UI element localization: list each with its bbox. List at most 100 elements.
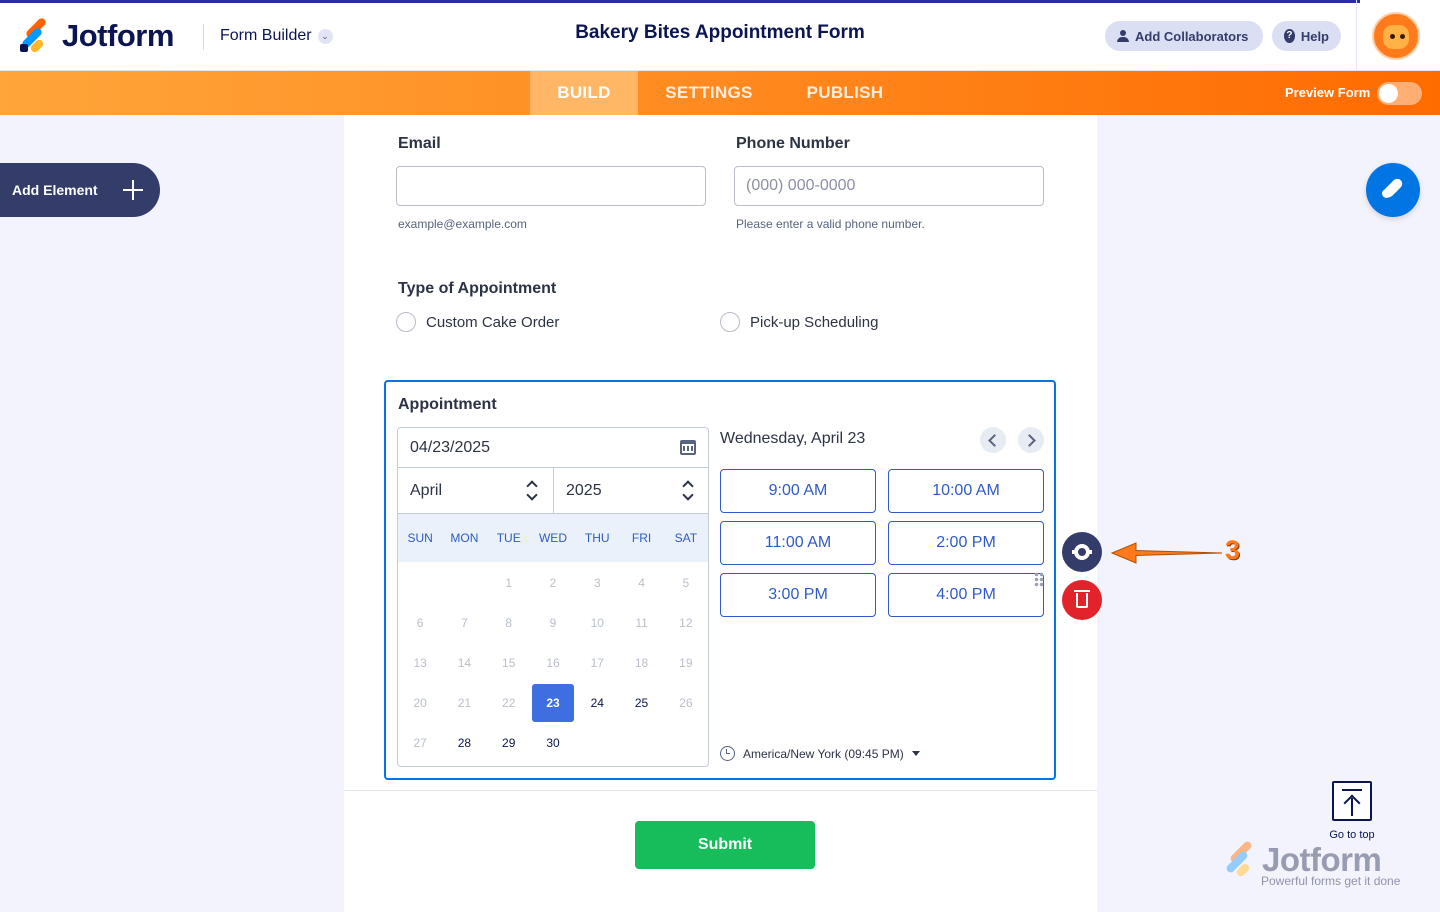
prev-day-button[interactable] [980,427,1006,453]
radio-label: Pick-up Scheduling [750,313,879,331]
radio-circle[interactable] [720,312,740,332]
radio-pick-up-scheduling[interactable]: Pick-up Scheduling [720,312,878,332]
time-slot-button[interactable]: 4:00 PM [888,573,1044,617]
calendar-day: 2 [549,576,557,590]
phone-placeholder: (000) 000-0000 [746,177,856,194]
phone-label: Phone Number [736,135,850,152]
jotform-watermark: Jotform [1222,839,1382,878]
weekday-sun: SUN [407,531,433,545]
paint-brush-tip [1382,189,1391,198]
tab-settings[interactable]: SETTINGS [638,71,780,115]
form-separator [344,790,1097,791]
add-collaborators-button[interactable]: Add Collaborators [1105,21,1263,51]
trash-icon [1074,590,1090,608]
gear-icon [1072,544,1092,560]
time-slot-button[interactable]: 10:00 AM [888,469,1044,513]
avatar[interactable] [1372,12,1420,60]
calendar-day[interactable]: 28 [443,724,485,762]
time-slot-button[interactable]: 9:00 AM [720,469,876,513]
product-menu-label: Form Builder [220,27,312,44]
appointment-field[interactable]: Appointment 04/23/2025 April 2025 SUN MON… [384,380,1056,780]
calendar-day: 22 [502,696,516,710]
weekday-sat: SAT [674,531,698,545]
weekday-wed: WED [538,531,567,545]
add-element-button[interactable]: Add Element [0,163,160,217]
calendar-day: 12 [679,616,693,630]
go-to-top-label: Go to top [1329,829,1375,841]
avatar-eye [1400,34,1405,39]
calendar-day[interactable]: 29 [488,724,530,762]
submit-button[interactable]: Submit [635,821,815,869]
drag-handle-icon[interactable] [1034,572,1044,588]
calendar-day: 6 [416,616,424,630]
watermark-brand: Jotform [1262,841,1382,878]
calendar-day: 4 [638,576,645,590]
weekday-fri: FRI [631,531,652,545]
calendar-day: 27 [413,736,427,750]
delete-field-button[interactable] [1062,580,1102,620]
top-header: Jotform Form Builder ⌄ Bakery Bites Appo… [0,0,1440,71]
calendar-day[interactable]: 24 [576,684,618,722]
email-field[interactable] [396,166,706,206]
calendar-day: 9 [549,616,557,630]
appointment-label: Appointment [398,396,497,413]
calendar-day: 5 [682,576,690,590]
help-button[interactable]: ? Help [1272,21,1341,51]
next-day-button[interactable] [1018,427,1044,453]
add-collaborators-label: Add Collaborators [1135,28,1249,44]
time-slot-button[interactable]: 2:00 PM [888,521,1044,565]
date-input[interactable]: 04/23/2025 [398,428,708,468]
weekday-thu: THU [584,531,610,545]
calendar-day: 20 [413,696,427,710]
user-icon [1117,30,1129,42]
appointment-type-label: Type of Appointment [398,280,557,297]
product-menu[interactable]: Form Builder ⌄ [220,27,333,45]
time-slot-button[interactable]: 11:00 AM [720,521,876,565]
email-label: Email [398,135,441,152]
year-select[interactable]: 2025 [554,468,708,514]
weekday-header: SUN MON TUE WED THU FRI SAT [398,514,708,562]
jotform-logo-icon [18,16,50,54]
field-settings-button[interactable] [1062,532,1102,572]
chevron-down-icon: ⌄ [317,28,333,44]
month-select[interactable]: April [398,468,554,514]
year-value: 2025 [566,482,602,499]
preview-form-toggle[interactable] [1377,82,1422,105]
caret-down-icon [911,751,920,756]
calendar-icon[interactable] [680,440,696,455]
timezone-label: America/New York (09:45 PM) [743,746,904,761]
calendar-day: 21 [457,696,472,710]
calendar-day: 13 [413,656,427,670]
phone-sublabel: Please enter a valid phone number. [736,217,925,231]
calendar-day[interactable]: 23 [532,684,574,722]
updown-chevron-icon [682,479,694,503]
phone-field[interactable]: (000) 000-0000 [734,166,1044,206]
header-divider [203,24,204,50]
calendar-day: 8 [505,616,513,630]
clock-icon [720,746,735,761]
date-value: 04/23/2025 [410,439,491,456]
time-slot-button[interactable]: 3:00 PM [720,573,876,617]
jotform-logo[interactable]: Jotform [18,16,174,54]
radio-circle[interactable] [396,312,416,332]
weekday-mon: MON [450,531,479,545]
go-to-top-button[interactable] [1332,781,1372,821]
month-value: April [410,482,443,499]
calendar-day[interactable]: 30 [532,724,574,762]
updown-chevron-icon [526,479,538,503]
builder-nav: BUILD SETTINGS PUBLISH Preview Form [0,71,1440,115]
brand-name: Jotform [62,18,174,53]
loading-accent-line [0,0,1360,3]
arrow-up-icon [1351,798,1353,816]
radio-label: Custom Cake Order [426,313,560,331]
plus-icon [123,180,143,200]
calendar-day[interactable]: 25 [621,684,663,722]
calendar-day: 14 [457,656,472,670]
radio-custom-cake-order[interactable]: Custom Cake Order [396,312,559,332]
avatar-eye [1390,34,1395,39]
tab-publish[interactable]: PUBLISH [780,71,910,115]
form-designer-button[interactable] [1366,163,1420,217]
tab-build[interactable]: BUILD [530,71,638,115]
calendar-day: 16 [546,656,560,670]
timezone-select[interactable]: America/New York (09:45 PM) [720,746,920,761]
